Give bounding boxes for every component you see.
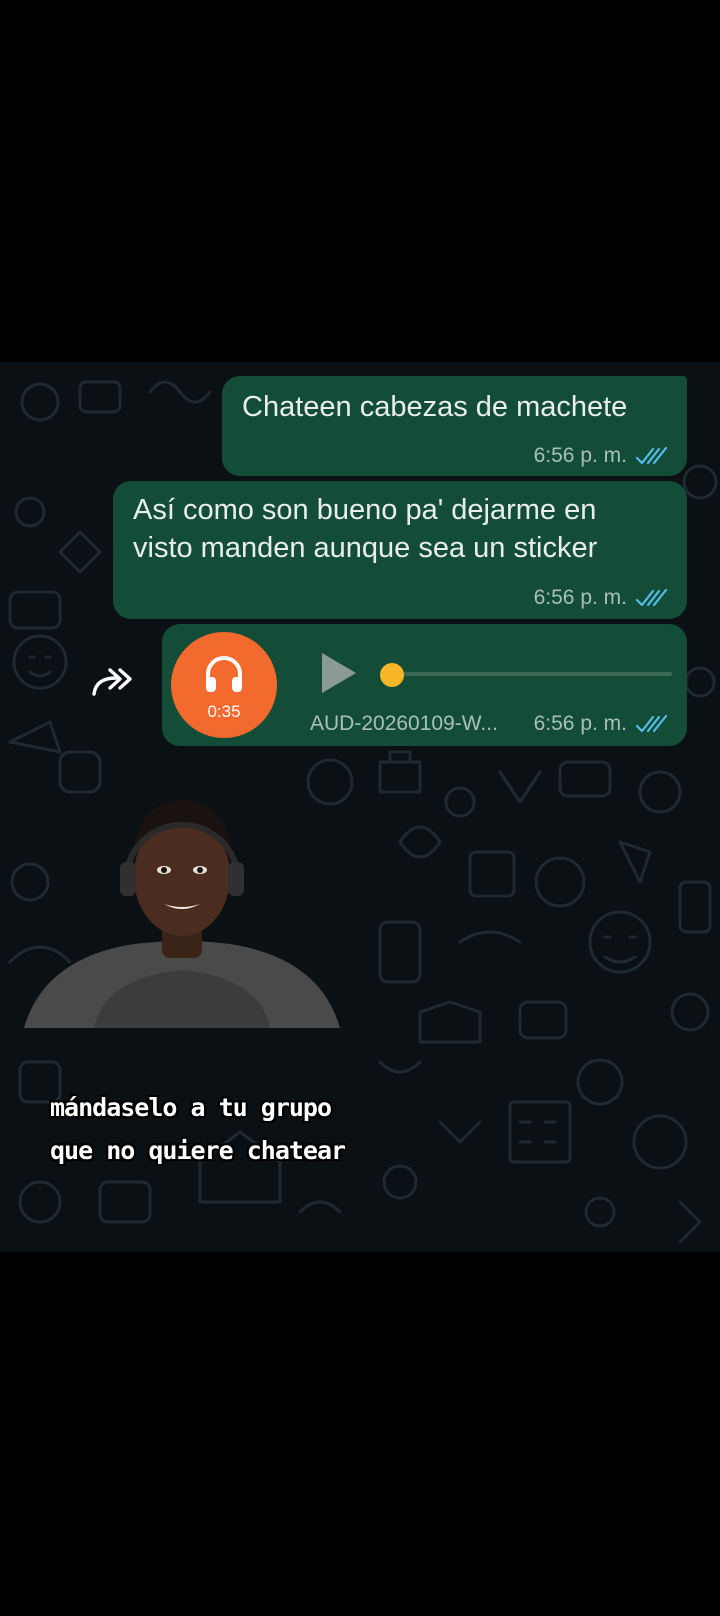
audio-seek-thumb[interactable]: [380, 663, 404, 687]
message-time: 6:56 p. m.: [533, 586, 627, 609]
caption-line: mándaselo a tu grupo: [50, 1093, 332, 1122]
outgoing-message-bubble[interactable]: Así como son bueno pa' dejarme en visto …: [113, 481, 687, 619]
audio-avatar: 0:35: [171, 632, 277, 738]
audio-seek-bar[interactable]: [388, 672, 672, 676]
play-icon[interactable]: [318, 650, 358, 696]
audio-filename: AUD-20260109-W...: [310, 712, 498, 735]
person-sticker-image: [24, 800, 340, 1028]
message-meta: 6:56 p. m.: [534, 586, 669, 610]
double-check-icon: [635, 714, 668, 733]
chat-area: Chateen cabezas de machete 6:56 p. m. As…: [0, 362, 720, 1252]
outgoing-message-bubble[interactable]: Chateen cabezas de machete 6:56 p. m.: [222, 376, 687, 476]
message-meta: 6:56 p. m.: [534, 444, 669, 468]
audio-duration: 0:35: [207, 702, 241, 721]
audio-message-bubble[interactable]: 0:35 AUD-20260109-W... 6:56 p. m.: [162, 624, 687, 746]
message-text: Chateen cabezas de machete: [242, 391, 628, 423]
forward-icon[interactable]: [90, 664, 134, 698]
message-time: 6:56 p. m.: [533, 712, 627, 735]
video-caption: mándaselo a tu grupo que no quiere chate…: [50, 1086, 390, 1172]
message-text: Así como son bueno pa' dejarme en visto …: [133, 494, 598, 564]
double-check-icon: [635, 588, 668, 607]
message-time: 6:56 p. m.: [533, 444, 627, 467]
caption-line: que no quiere chatear: [50, 1136, 346, 1165]
message-meta: 6:56 p. m.: [534, 712, 669, 736]
double-check-icon: [635, 446, 668, 465]
headphones-icon: [206, 656, 242, 692]
